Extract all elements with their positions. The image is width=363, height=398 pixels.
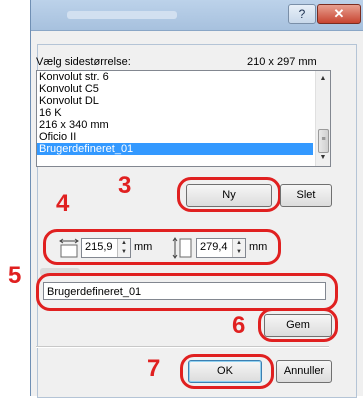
cancel-button[interactable]: Annuller xyxy=(276,360,332,383)
scroll-thumb[interactable]: ≡ xyxy=(318,129,329,153)
title-bar[interactable]: ? ✕ xyxy=(31,0,363,31)
step-7-marker: 7 xyxy=(147,355,161,382)
list-item[interactable]: 216 x 340 mm xyxy=(37,119,313,131)
step-4-marker: 4 xyxy=(56,190,70,217)
scroll-up-icon[interactable]: ▲ xyxy=(316,73,330,85)
height-spin-arrows[interactable]: ▲ ▼ xyxy=(232,239,245,257)
list-scrollbar[interactable]: ▲ ≡ ▼ xyxy=(315,71,330,166)
page-size-dimensions: 210 x 297 mm xyxy=(247,56,317,68)
save-button[interactable]: Gem xyxy=(264,314,332,337)
list-item[interactable]: Oficio II xyxy=(37,131,313,143)
list-item-selected[interactable]: Brugerdefineret_01 xyxy=(37,143,313,155)
height-icon xyxy=(172,237,192,259)
page-size-label: Vælg sidestørrelse: xyxy=(36,56,131,68)
width-stepper[interactable]: 215,9 ▲ ▼ xyxy=(81,238,131,258)
delete-button[interactable]: Slet xyxy=(280,184,332,207)
ok-button[interactable]: OK xyxy=(188,360,262,383)
step-6-marker: 6 xyxy=(232,312,246,339)
step-3-marker: 3 xyxy=(118,172,132,199)
list-item[interactable]: Konvolut str. 6 xyxy=(37,71,313,83)
height-unit: mm xyxy=(249,241,268,253)
page-size-list[interactable]: Konvolut str. 6 Konvolut C5 Konvolut DL … xyxy=(36,70,331,167)
step-5-marker: 5 xyxy=(8,262,22,289)
help-button[interactable]: ? xyxy=(288,4,316,24)
scroll-down-icon[interactable]: ▼ xyxy=(316,152,330,164)
list-item[interactable]: Konvolut DL xyxy=(37,95,313,107)
width-icon xyxy=(59,238,79,258)
separator xyxy=(36,346,329,348)
width-unit: mm xyxy=(134,241,153,253)
name-input[interactable]: Brugerdefineret_01 xyxy=(43,282,326,300)
list-item[interactable]: 16 K xyxy=(37,107,313,119)
height-value: 279,4 xyxy=(200,241,228,253)
height-stepper[interactable]: 279,4 ▲ ▼ xyxy=(196,238,246,258)
width-spin-arrows[interactable]: ▲ ▼ xyxy=(117,239,130,257)
close-button[interactable]: ✕ xyxy=(317,4,361,24)
name-label xyxy=(40,268,80,276)
list-item[interactable]: Konvolut C5 xyxy=(37,83,313,95)
width-value: 215,9 xyxy=(85,241,113,253)
window-title xyxy=(67,11,177,19)
new-button[interactable]: Ny xyxy=(186,184,272,207)
